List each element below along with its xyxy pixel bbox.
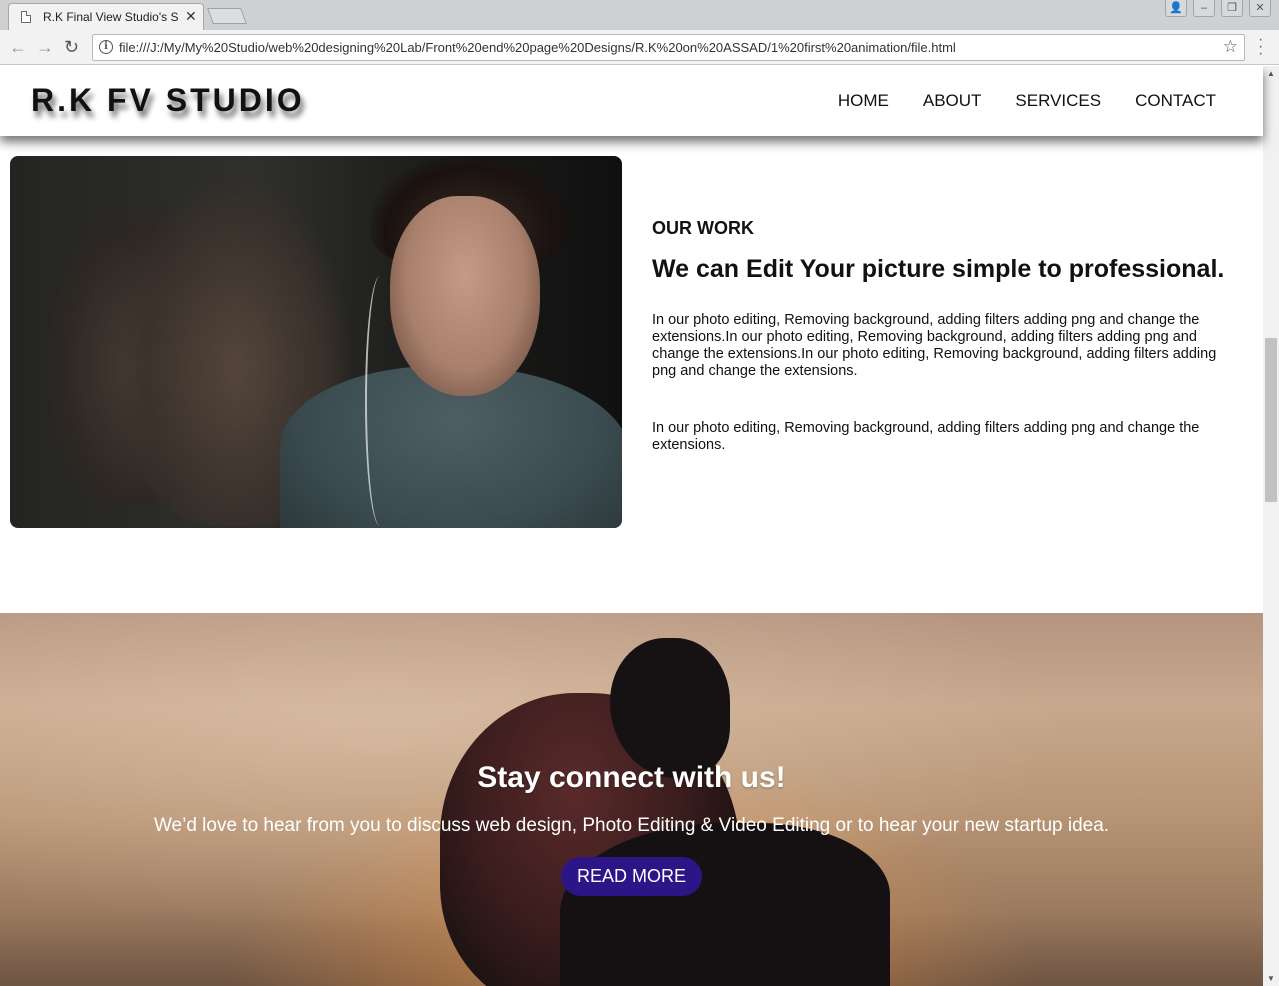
scroll-up-icon[interactable]: ▲ (1267, 69, 1275, 78)
tab-title: R.K Final View Studio's S (43, 10, 179, 24)
close-window-button[interactable]: ✕ (1249, 0, 1271, 17)
read-more-button[interactable]: READ MORE (560, 857, 702, 896)
work-kicker: OUR WORK (652, 218, 754, 238)
bookmark-star-icon[interactable]: ☆ (1223, 37, 1238, 57)
work-paragraph-1: In our photo editing, Removing backgroun… (652, 312, 1217, 379)
window-controls: 👤 – ❐ ✕ (1165, 0, 1271, 18)
nav-home[interactable]: HOME (838, 91, 889, 111)
scroll-down-icon[interactable]: ▼ (1267, 974, 1275, 983)
page-scrollbar[interactable]: ▲ ▼ (1263, 66, 1279, 986)
close-icon[interactable]: ✕ (185, 8, 197, 25)
nav-about[interactable]: ABOUT (923, 91, 982, 111)
contact-text: We’d love to hear from you to discuss we… (153, 815, 1110, 836)
reload-icon[interactable]: ↻ (64, 37, 79, 57)
back-arrow-icon[interactable]: ← (9, 37, 27, 57)
new-tab-button[interactable] (207, 8, 247, 24)
work-section: OUR WORK We can Edit Your picture simple… (652, 218, 1242, 494)
minimize-button[interactable]: – (1193, 0, 1215, 17)
nav-contact[interactable]: CONTACT (1135, 91, 1216, 111)
info-icon[interactable]: i (99, 40, 113, 54)
forward-arrow-icon[interactable]: → (36, 37, 54, 57)
browser-tab-strip: R.K Final View Studio's S ✕ 👤 – ❐ ✕ (0, 0, 1279, 30)
contact-heading: Stay connect with us! (477, 761, 786, 794)
site-header: R.K FV STUDIO HOME ABOUT SERVICES CONTAC… (0, 66, 1263, 136)
work-paragraph-2: In our photo editing, Removing backgroun… (652, 420, 1200, 453)
menu-dots-icon[interactable]: · · · (1258, 32, 1263, 62)
restore-button[interactable]: ❐ (1221, 0, 1243, 17)
main-nav: HOME ABOUT SERVICES CONTACT (838, 91, 1216, 111)
address-bar[interactable]: i file:///J:/My/My%20Studio/web%20design… (92, 34, 1245, 61)
browser-tab[interactable]: R.K Final View Studio's S ✕ (8, 3, 204, 30)
nav-services[interactable]: SERVICES (1015, 91, 1101, 111)
page-viewport: R.K FV STUDIO HOME ABOUT SERVICES CONTAC… (0, 66, 1279, 986)
page-icon (21, 11, 31, 23)
url-text[interactable]: file:///J:/My/My%20Studio/web%20designin… (119, 40, 956, 55)
work-heading: We can Edit Your picture simple to profe… (652, 255, 1225, 283)
scrollbar-thumb[interactable] (1265, 338, 1277, 502)
contact-section: Stay connect with us! We’d love to hear … (0, 613, 1263, 986)
contact-content: Stay connect with us! We’d love to hear … (0, 761, 1263, 896)
user-icon[interactable]: 👤 (1165, 0, 1187, 17)
work-photo (10, 156, 622, 528)
site-logo[interactable]: R.K FV STUDIO (31, 82, 305, 119)
browser-toolbar: ← → ↻ i file:///J:/My/My%20Studio/web%20… (0, 30, 1279, 65)
